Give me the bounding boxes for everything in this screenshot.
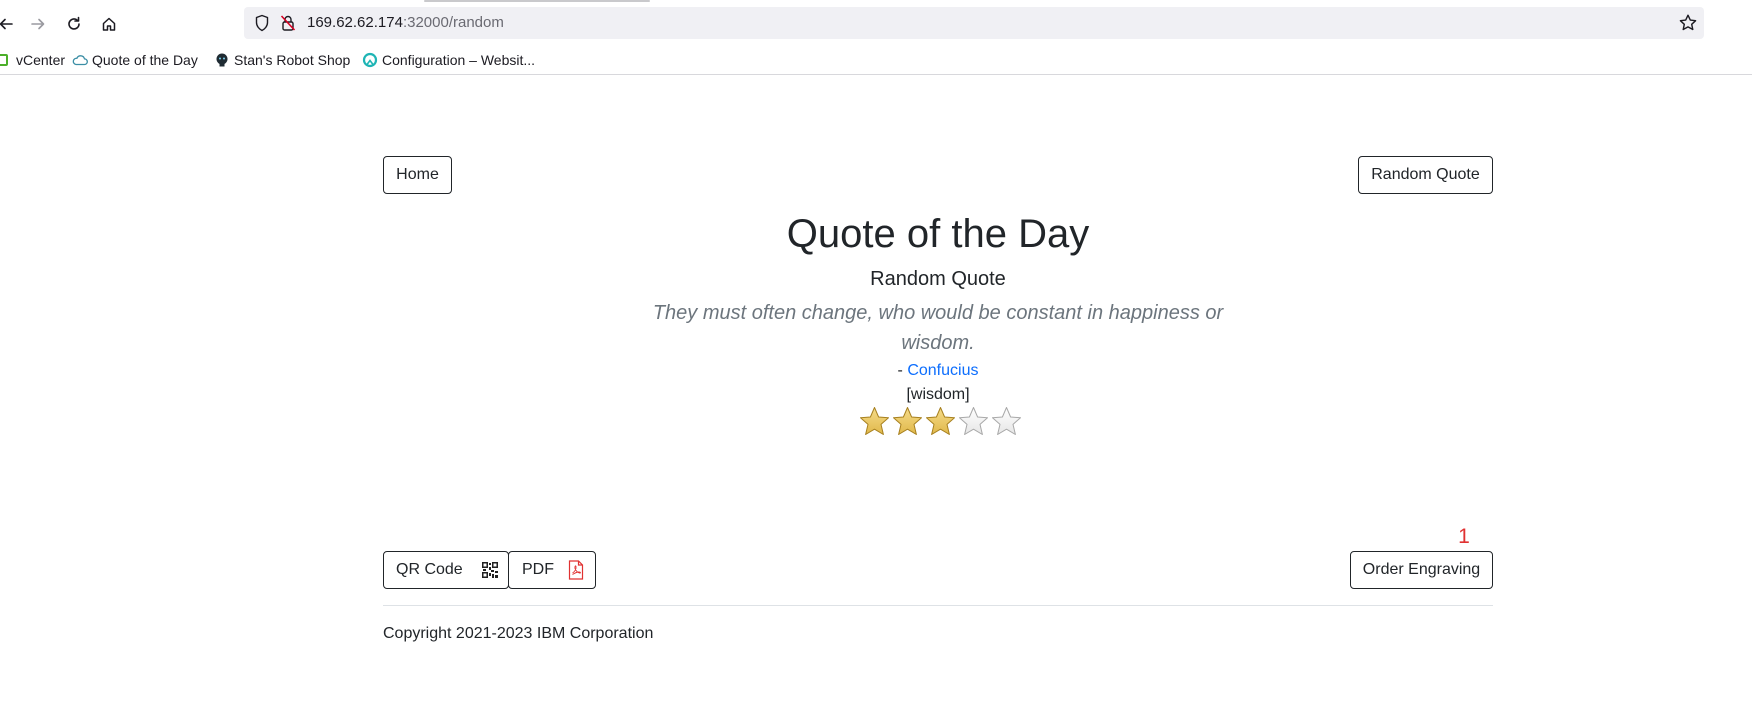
bookmark-label: Stan's Robot Shop [234, 52, 351, 68]
quote-author: - Confucius [0, 361, 1752, 381]
browser-toolbar: 169.62.62.174:32000/random [0, 0, 1752, 46]
star-empty-icon[interactable] [990, 406, 1023, 438]
qr-code-button[interactable]: QR Code [383, 551, 509, 589]
page-subtitle: Random Quote [870, 268, 1006, 290]
url-host: 169.62.62.174 [307, 14, 403, 31]
bookmark-robot-shop[interactable]: Stan's Robot Shop [214, 50, 350, 70]
bookmark-quote-of-the-day[interactable]: Quote of the Day [72, 50, 198, 70]
url-path: :32000/random [402, 14, 504, 31]
bookmarks-toolbar: vCenter Quote of the Day Stan's Robot Sh… [0, 46, 1752, 75]
pdf-button[interactable]: PDF [508, 551, 596, 589]
footer-divider [383, 605, 1493, 606]
bookmark-configuration[interactable]: Configuration – Websit... [362, 50, 535, 70]
star-filled-icon[interactable] [924, 406, 957, 438]
home-button-label: Home [396, 166, 439, 183]
random-quote-button[interactable]: Random Quote [1358, 156, 1493, 194]
quote-text: They must often change, who would be con… [652, 302, 1224, 354]
quote-tags: [wisdom] [906, 386, 970, 403]
author-link[interactable]: Confucius [907, 362, 978, 379]
pdf-file-icon [568, 560, 584, 580]
bookmark-label: vCenter [16, 52, 66, 68]
bookmark-label: Configuration – Websit... [382, 52, 536, 68]
star-filled-icon[interactable] [858, 406, 891, 438]
vcenter-icon [0, 52, 12, 68]
insecure-lock-icon[interactable] [280, 14, 296, 32]
star-empty-icon[interactable] [957, 406, 990, 438]
url-bar[interactable]: 169.62.62.174:32000/random [244, 7, 1704, 39]
copyright-text: Copyright 2021-2023 IBM Corporation [383, 625, 654, 642]
back-button[interactable] [0, 10, 20, 38]
active-tab-indicator [424, 0, 650, 2]
home-button[interactable]: Home [383, 156, 452, 194]
forward-arrow-icon [31, 18, 45, 30]
home-browser-button[interactable] [95, 10, 123, 38]
qr-code-button-label: QR Code [396, 561, 463, 578]
pdf-button-label: PDF [522, 561, 554, 578]
reload-icon [68, 16, 80, 30]
forward-button[interactable] [24, 10, 52, 38]
home-icon [102, 17, 116, 31]
shield-icon[interactable] [254, 14, 270, 32]
bookmark-star-icon[interactable] [1678, 13, 1698, 33]
random-quote-button-label: Random Quote [1371, 166, 1480, 183]
bookmark-label: Quote of the Day [92, 52, 198, 68]
star-filled-icon[interactable] [891, 406, 924, 438]
page-title: Quote of the Day [786, 212, 1090, 256]
config-icon [362, 52, 378, 68]
back-arrow-icon [0, 18, 13, 30]
url-text[interactable]: 169.62.62.174:32000/random [307, 14, 504, 32]
order-engraving-button-label: Order Engraving [1362, 561, 1481, 578]
qr-code-icon [481, 562, 498, 578]
star-rating[interactable] [858, 406, 1023, 438]
robot-icon [214, 52, 230, 68]
author-prefix: - [897, 362, 908, 379]
reload-button[interactable] [60, 10, 88, 38]
order-count-badge: 1 [1458, 525, 1470, 548]
order-engraving-button[interactable]: Order Engraving [1350, 551, 1493, 589]
cloud-icon [72, 52, 88, 68]
bookmark-vcenter[interactable]: vCenter [0, 50, 65, 70]
